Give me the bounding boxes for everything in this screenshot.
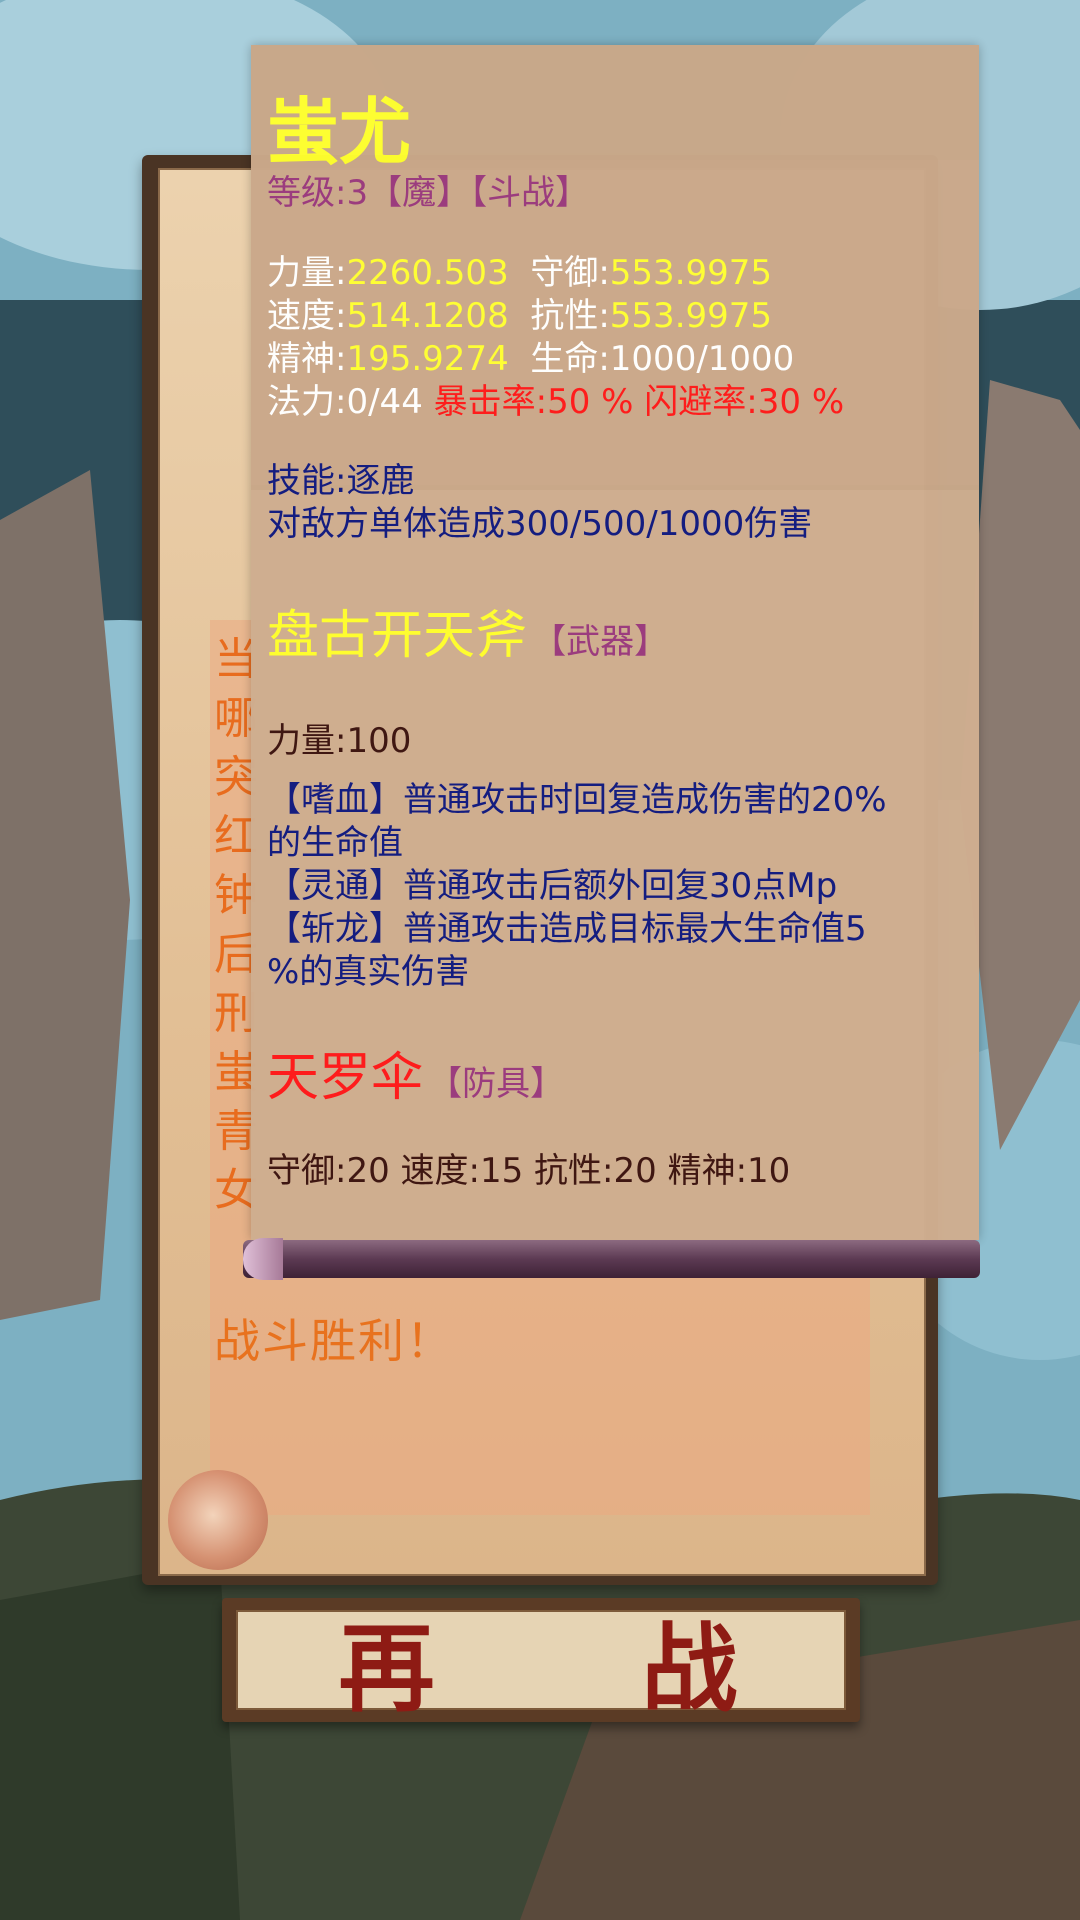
weapon-type: 【武器】 [532, 622, 669, 662]
skill-name: 技能:逐鹿 [267, 461, 415, 501]
hp-value: 1000/1000 [609, 339, 795, 379]
spirit-value: 195.9274 [346, 339, 509, 379]
mana-value: 0/44 [346, 382, 423, 422]
weapon-effect: 的生命值 [267, 823, 403, 863]
speed-label: 速度: [267, 296, 347, 336]
character-detail-card: 蚩尤 等级:3【魔】【斗战】 力量:2260.503 守御:553.9975 速… [251, 45, 979, 1240]
hp-label: 生命: [530, 339, 610, 379]
armor-type: 【防具】 [428, 1064, 565, 1104]
retry-button[interactable]: 再 战 [222, 1598, 860, 1725]
defense-label: 守御: [530, 253, 610, 293]
crit-rate: 暴击率:50 % [433, 382, 634, 422]
weapon-header: 盘古开天斧 【武器】 [267, 593, 668, 668]
dodge-rate: 闪避率:30 % [644, 382, 845, 422]
scroll-rod-cap [243, 1238, 283, 1280]
level-line: 等级:3【魔】【斗战】 [267, 173, 590, 213]
defense-value: 553.9975 [609, 253, 773, 293]
weapon-effect: 【斩龙】普通攻击造成目标最大生命值5 [267, 909, 867, 949]
stat-row-1: 力量:2260.503 守御:553.9975 [267, 245, 772, 294]
weapon-effect: %的真实伤害 [267, 952, 470, 992]
armor-name: 天罗伞 [267, 1048, 424, 1108]
retry-char: 再 [338, 1611, 441, 1725]
retry-button-plate[interactable]: 再 战 [236, 1610, 846, 1725]
weapon-effect: 【灵通】普通攻击后额外回复30点Mp [267, 866, 838, 906]
stat-row-2: 速度:514.1208 抗性:553.9975 [267, 288, 772, 337]
mana-label: 法力: [267, 382, 347, 422]
skill-description: 对敌方单体造成300/500/1000伤害 [267, 504, 813, 544]
speed-value: 514.1208 [346, 296, 509, 336]
weapon-stats: 力量:100 [267, 721, 412, 761]
spirit-label: 精神: [267, 339, 347, 379]
resist-value: 553.9975 [609, 296, 773, 336]
stat-row-4: 法力:0/44 暴击率:50 % 闪避率:30 % [267, 374, 844, 423]
resist-label: 抗性: [530, 296, 610, 336]
seal-icon [168, 1470, 268, 1570]
strength-label: 力量: [267, 253, 347, 293]
strength-value: 2260.503 [346, 253, 509, 293]
armor-stats: 守御:20 速度:15 抗性:20 精神:10 [267, 1151, 791, 1191]
weapon-name: 盘古开天斧 [267, 606, 528, 666]
character-name: 蚩尤 [267, 90, 412, 174]
retry-char: 战 [641, 1611, 744, 1725]
stat-row-3: 精神:195.9274 生命:1000/1000 [267, 331, 794, 380]
scroll-rod [243, 1238, 980, 1280]
weapon-effect: 【嗜血】普通攻击时回复造成伤害的20% [267, 780, 887, 820]
victory-text: 战斗胜利！ [214, 1314, 454, 1368]
armor-header: 天罗伞 【防具】 [267, 1035, 564, 1110]
